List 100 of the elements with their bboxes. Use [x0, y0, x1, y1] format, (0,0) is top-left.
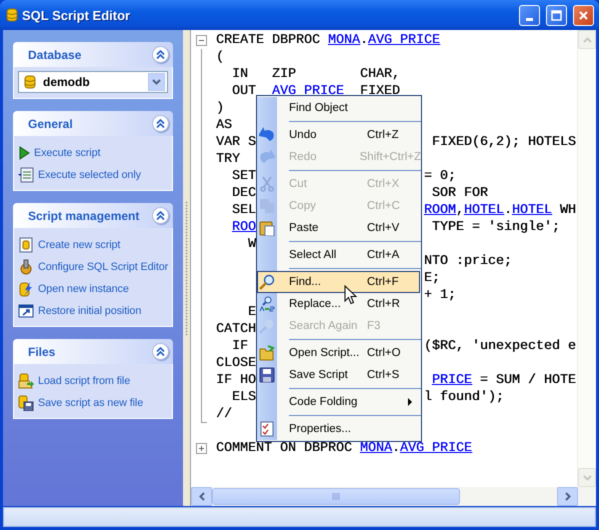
scissors-icon [259, 176, 275, 192]
menu-item-label: Copy [289, 200, 317, 212]
database-icon [24, 74, 36, 90]
menu-item[interactable]: Find... Ctrl+F [257, 271, 420, 293]
sidebar-link[interactable]: Execute script [18, 142, 172, 164]
close-button[interactable] [573, 4, 594, 26]
menu-item-label: Cut [289, 178, 308, 190]
chevron-up-icon [156, 210, 165, 220]
shortcut-label: Ctrl+S [367, 369, 400, 381]
horizontal-scrollbar[interactable] [191, 487, 578, 506]
code-line: IF HO [216, 372, 256, 389]
menu-item[interactable]: Find Object [257, 97, 421, 119]
menu-item[interactable]: Open Script... Ctrl+O [257, 342, 421, 364]
sidebar-link[interactable]: Save script as new file [18, 392, 172, 414]
shortcut-label: Ctrl+V [367, 222, 400, 234]
shortcut-label: Ctrl+A [367, 249, 400, 261]
code-line: // [216, 406, 232, 423]
folder-icon [18, 373, 34, 389]
menu-item[interactable]: Save Script Ctrl+S [257, 364, 421, 386]
collapse-button[interactable] [152, 115, 169, 132]
code-line: ELS [230, 389, 256, 406]
code-line: AS [216, 117, 232, 134]
menu-item-label: Properties... [289, 423, 352, 435]
code-line: PRICE = SUM / HOTE [430, 372, 576, 389]
code-line: ( [216, 49, 224, 66]
menu-item[interactable]: Properties... [257, 418, 421, 440]
database-select[interactable]: demodb [18, 71, 168, 93]
code-line: COMMENT ON DBPROC MONA.AVG PRICE [216, 440, 472, 457]
submenu-arrow-icon [408, 398, 413, 406]
panel-title: Files [28, 344, 56, 358]
code-line: SEL [230, 202, 256, 219]
code-line: CLOSE [216, 355, 256, 372]
menu-item[interactable]: Select All Ctrl+A [257, 244, 421, 266]
chevron-up-icon [156, 346, 165, 356]
app-icon [6, 7, 18, 23]
code-line: ROOM,HOTEL.HOTEL WH [424, 202, 576, 219]
code-line: CATCH [216, 321, 256, 338]
maximize-icon [551, 10, 562, 20]
properties-icon [259, 421, 275, 437]
menu-item[interactable]: Code Folding [257, 391, 421, 413]
code-line: NTO :price; [424, 253, 512, 270]
menu-item-label: Save Script [289, 369, 349, 381]
sidebar-link[interactable]: Load script from file [18, 370, 172, 392]
document-icon [18, 167, 34, 183]
menu-item-label: Undo [289, 129, 318, 141]
lightning-icon [18, 281, 34, 297]
close-icon [578, 10, 589, 20]
identifier: AVG PRICE [400, 441, 472, 456]
sidebar-link[interactable]: Create new script [18, 234, 172, 256]
shortcut-label: Shift+Ctrl+Z [360, 151, 421, 163]
replace-icon [259, 296, 275, 312]
code-line: E [246, 304, 256, 321]
menu-item-label: Redo [289, 151, 318, 163]
mouse-cursor-icon [344, 285, 357, 305]
shortcut-label: Ctrl+C [367, 200, 400, 212]
shortcut-label: Ctrl+O [367, 347, 401, 359]
code-line: FIXED(6,2); HOTELS [430, 134, 576, 151]
maximize-button[interactable] [546, 4, 567, 26]
sidebar-link[interactable]: Configure SQL Script Editor [18, 256, 172, 278]
identifier: AVG PRICE [368, 33, 440, 48]
play-icon [18, 146, 30, 160]
identifier: AVG PRICE [272, 84, 344, 99]
code-line: TRY [216, 151, 240, 168]
code-line: l found'); [424, 389, 504, 406]
vertical-scrollbar[interactable] [577, 30, 596, 487]
code-line: ) [216, 100, 224, 117]
code-line: IF [230, 338, 248, 355]
code-line: SET [230, 168, 256, 185]
menu-item-label: Paste [289, 222, 320, 234]
chevron-up-icon [156, 118, 165, 128]
code-line: E; [424, 270, 440, 287]
code-line: + 1; [424, 287, 456, 304]
menu-item-label: Replace... [289, 298, 342, 310]
collapse-button[interactable] [152, 207, 169, 224]
menu-item-label: Open Script... [289, 347, 360, 359]
shortcut-label: Ctrl+R [367, 298, 400, 310]
menu-item[interactable]: Paste Ctrl+V [257, 217, 421, 239]
shortcut-label: Ctrl+X [367, 178, 400, 190]
search-icon [259, 318, 275, 334]
minimize-button[interactable] [519, 4, 540, 26]
panel-title: Script management [28, 208, 140, 222]
scroll-thumb[interactable] [212, 488, 460, 505]
sidebar-link[interactable]: Open new instance [18, 278, 172, 300]
menu-item-label: Find Object [289, 102, 349, 114]
identifier: HOTEL [512, 203, 552, 218]
menu-item[interactable]: Replace... Ctrl+R [257, 293, 421, 315]
code-line: SOR FOR [430, 185, 488, 202]
menu-item-label: Select All [289, 249, 338, 261]
collapse-icon[interactable] [196, 35, 207, 46]
sidebar-link[interactable]: Execute selected only [18, 164, 172, 186]
sidebar-link[interactable]: Restore initial position [18, 300, 172, 322]
shortcut-label: F3 [367, 320, 380, 332]
save-icon [18, 395, 34, 411]
collapse-button[interactable] [152, 343, 169, 360]
identifier: HOTEL [464, 203, 504, 218]
collapse-button[interactable] [152, 46, 169, 63]
code-line: DEC [230, 185, 256, 202]
undo-icon [259, 127, 275, 143]
expand-icon[interactable] [196, 443, 207, 454]
menu-item[interactable]: Undo Ctrl+Z [257, 124, 421, 146]
